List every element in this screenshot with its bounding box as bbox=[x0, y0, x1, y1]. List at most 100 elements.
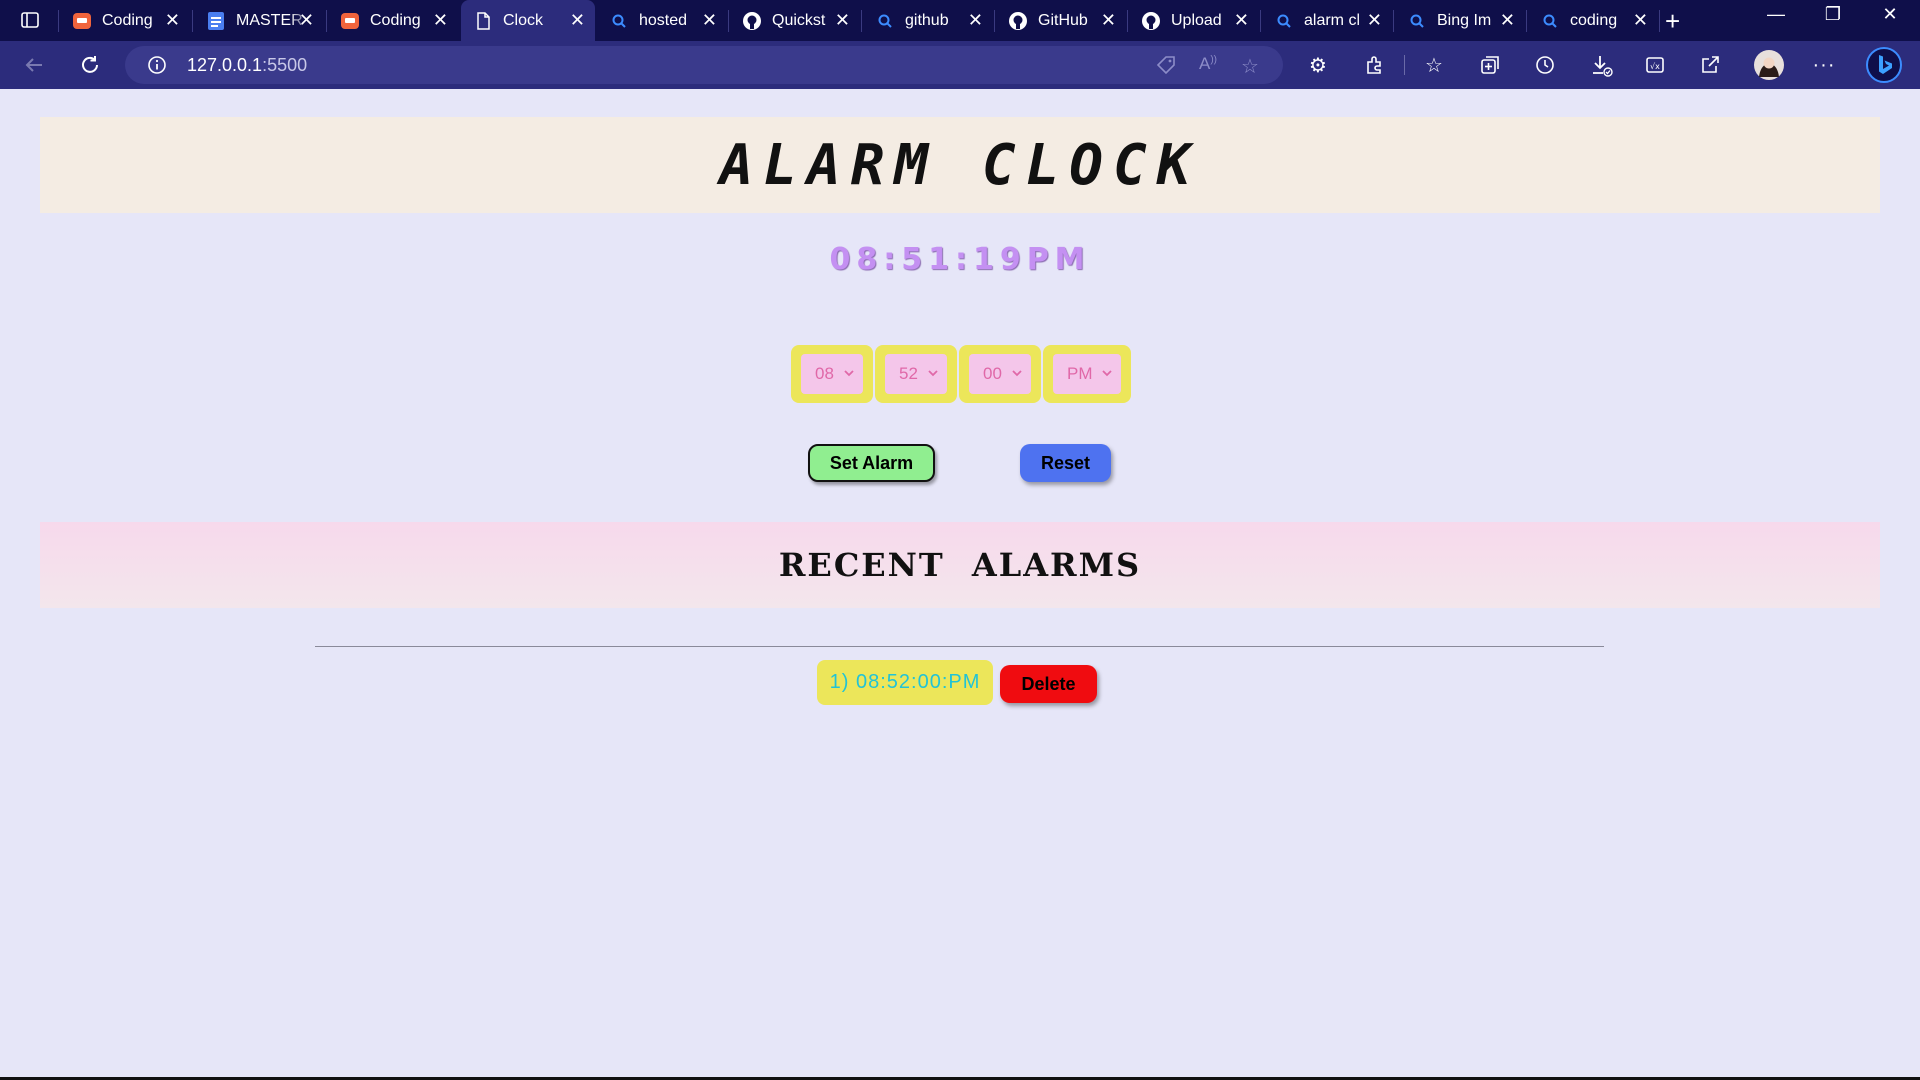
chevron-down-icon bbox=[843, 364, 855, 384]
tab-label: Clock bbox=[503, 11, 544, 29]
tab-master[interactable]: MASTER ✕ bbox=[194, 0, 324, 41]
tab-separator bbox=[1659, 10, 1660, 32]
favorites-icon[interactable]: ☆ bbox=[1422, 53, 1446, 77]
history-icon[interactable] bbox=[1533, 53, 1557, 77]
tab-alarm-clock-search[interactable]: alarm cl ✕ bbox=[1262, 0, 1392, 41]
address-bar[interactable]: 127.0.0.1:5500 A)) ☆ bbox=[125, 46, 1283, 84]
github-favicon-icon bbox=[1141, 11, 1161, 31]
second-select-value: 00 bbox=[983, 364, 1002, 383]
minimize-icon[interactable]: — bbox=[1756, 4, 1796, 25]
browser-toolbar: 127.0.0.1:5500 A)) ☆ ⚙ ☆ √x ··· bbox=[0, 41, 1920, 89]
close-tab-icon[interactable]: ✕ bbox=[570, 11, 585, 29]
ampm-select[interactable]: PM bbox=[1053, 354, 1121, 394]
tab-separator bbox=[1526, 10, 1527, 32]
tab-hosted[interactable]: hosted ✕ bbox=[597, 0, 727, 41]
new-tab-icon[interactable]: + bbox=[1665, 6, 1680, 37]
set-alarm-button[interactable]: Set Alarm bbox=[808, 444, 935, 482]
close-tab-icon[interactable]: ✕ bbox=[835, 11, 850, 29]
tab-separator bbox=[994, 10, 995, 32]
recent-alarms-heading: RECENT ALARMS bbox=[778, 546, 1142, 584]
browser-tab-bar: Coding ✕ MASTER ✕ Coding ✕ Clock ✕ hoste… bbox=[0, 0, 1920, 41]
share-icon[interactable] bbox=[1698, 53, 1722, 77]
site-info-icon[interactable] bbox=[147, 55, 167, 80]
title-banner: ALARM CLOCK bbox=[40, 117, 1880, 213]
search-favicon-icon bbox=[875, 11, 895, 31]
downloads-icon[interactable] bbox=[1589, 53, 1613, 77]
reset-button[interactable]: Reset bbox=[1020, 444, 1111, 482]
page-favicon-icon bbox=[473, 11, 493, 31]
divider bbox=[315, 646, 1604, 647]
extensions-icon[interactable] bbox=[1362, 53, 1386, 77]
tab-coding-1[interactable]: Coding ✕ bbox=[60, 0, 190, 41]
close-tab-icon[interactable]: ✕ bbox=[165, 11, 180, 29]
page-title: ALARM CLOCK bbox=[719, 132, 1201, 198]
tab-coding-2[interactable]: Coding ✕ bbox=[328, 0, 458, 41]
close-tab-icon[interactable]: ✕ bbox=[1633, 11, 1648, 29]
doc-favicon-icon bbox=[206, 11, 226, 31]
close-tab-icon[interactable]: ✕ bbox=[1500, 11, 1515, 29]
ampm-select-frame: PM bbox=[1043, 345, 1131, 403]
tab-upload[interactable]: Upload ✕ bbox=[1129, 0, 1259, 41]
search-favicon-icon bbox=[609, 11, 629, 31]
current-time-display: 08:51:19PM bbox=[829, 242, 1091, 277]
tab-separator bbox=[1393, 10, 1394, 32]
search-favicon-icon bbox=[1407, 11, 1427, 31]
search-favicon-icon bbox=[1540, 11, 1560, 31]
tab-separator bbox=[861, 10, 862, 32]
close-tab-icon[interactable]: ✕ bbox=[968, 11, 983, 29]
hour-select[interactable]: 08 bbox=[801, 354, 863, 394]
toolbar-separator bbox=[1404, 55, 1405, 75]
svg-text:√x: √x bbox=[1650, 62, 1660, 71]
profile-avatar[interactable] bbox=[1753, 49, 1785, 81]
tab-separator bbox=[58, 10, 59, 32]
tab-separator bbox=[1127, 10, 1128, 32]
github-favicon-icon bbox=[1008, 11, 1028, 31]
close-tab-icon[interactable]: ✕ bbox=[1367, 11, 1382, 29]
math-solver-icon[interactable]: √x bbox=[1643, 53, 1667, 77]
minute-select-frame: 52 bbox=[875, 345, 957, 403]
tab-actions-icon[interactable] bbox=[20, 10, 40, 30]
github-favicon-icon bbox=[742, 11, 762, 31]
tab-bing-images[interactable]: Bing Im ✕ bbox=[1395, 0, 1525, 41]
search-favicon-icon bbox=[1274, 11, 1294, 31]
chevron-down-icon bbox=[927, 364, 939, 384]
close-tab-icon[interactable]: ✕ bbox=[433, 11, 448, 29]
minute-select-value: 52 bbox=[899, 364, 918, 383]
tab-clock[interactable]: Clock ✕ bbox=[461, 0, 595, 41]
shopping-tag-icon[interactable] bbox=[1155, 54, 1177, 81]
bing-copilot-icon[interactable] bbox=[1866, 47, 1902, 83]
tab-separator bbox=[728, 10, 729, 32]
extension-gear-icon[interactable]: ⚙ bbox=[1306, 53, 1330, 77]
alarm-list-item: 1) 08:52:00:PM bbox=[817, 660, 993, 705]
url-text[interactable]: 127.0.0.1:5500 bbox=[187, 55, 307, 76]
add-favorite-icon[interactable]: ☆ bbox=[1241, 54, 1259, 79]
restore-icon[interactable]: ❐ bbox=[1813, 4, 1853, 25]
coding-favicon-icon bbox=[340, 11, 360, 31]
coding-favicon-icon bbox=[72, 11, 92, 31]
minute-select[interactable]: 52 bbox=[885, 354, 947, 394]
second-select[interactable]: 00 bbox=[969, 354, 1031, 394]
refresh-icon[interactable] bbox=[78, 53, 102, 77]
close-tab-icon[interactable]: ✕ bbox=[702, 11, 717, 29]
tab-separator bbox=[1260, 10, 1261, 32]
back-arrow-icon[interactable] bbox=[22, 53, 46, 77]
tab-github-search[interactable]: github ✕ bbox=[863, 0, 993, 41]
tab-separator bbox=[192, 10, 193, 32]
settings-more-icon[interactable]: ··· bbox=[1812, 53, 1836, 77]
alarm-time-selectors: 08 52 00 PM bbox=[791, 345, 1133, 403]
chevron-down-icon bbox=[1101, 364, 1113, 384]
close-window-icon[interactable]: ✕ bbox=[1870, 4, 1910, 25]
close-tab-icon[interactable]: ✕ bbox=[299, 11, 314, 29]
tab-quickstart[interactable]: Quickst ✕ bbox=[730, 0, 860, 41]
tab-github[interactable]: GitHub ✕ bbox=[996, 0, 1126, 41]
chevron-down-icon bbox=[1011, 364, 1023, 384]
delete-alarm-button[interactable]: Delete bbox=[1000, 665, 1097, 703]
close-tab-icon[interactable]: ✕ bbox=[1101, 11, 1116, 29]
ampm-select-value: PM bbox=[1067, 364, 1093, 383]
collections-icon[interactable] bbox=[1478, 53, 1502, 77]
read-aloud-icon[interactable]: A)) bbox=[1199, 54, 1217, 74]
close-tab-icon[interactable]: ✕ bbox=[1234, 11, 1249, 29]
tab-coding-search[interactable]: coding ✕ bbox=[1528, 0, 1658, 41]
second-select-frame: 00 bbox=[959, 345, 1041, 403]
tab-separator bbox=[326, 10, 327, 32]
